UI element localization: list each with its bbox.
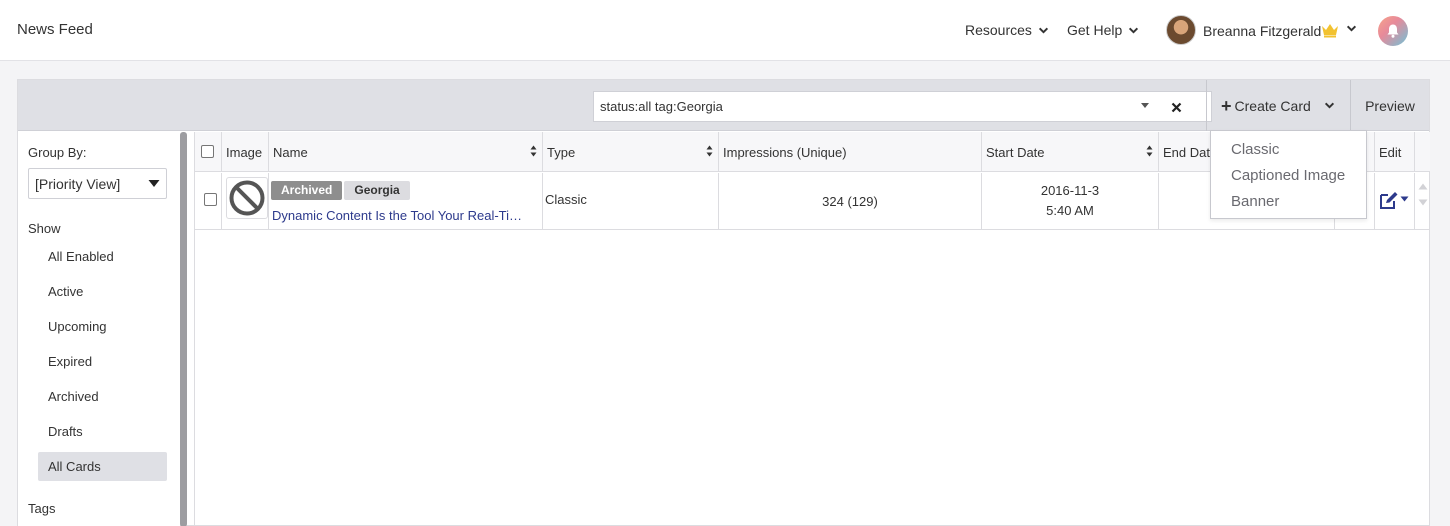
get-help-label: Get Help [1067, 22, 1123, 38]
col-edit: Edit [1375, 132, 1415, 172]
type-cell: Classic [543, 173, 719, 230]
impressions-cell: 324 (129) [719, 173, 982, 230]
start-time-value: 5:40 AM [1046, 203, 1094, 218]
menu-item-banner[interactable]: Banner [1231, 193, 1279, 210]
chevron-down-icon [1324, 102, 1335, 109]
filter-sidebar: Group By: [Priority View] Show All Enabl… [18, 132, 180, 526]
card-type: Classic [545, 192, 587, 207]
show-label: Show [28, 221, 61, 236]
sort-icon[interactable] [706, 145, 713, 157]
edit-cell [1375, 173, 1415, 230]
select-all-checkbox[interactable] [201, 145, 214, 158]
create-card-menu: Classic Captioned Image Banner [1210, 130, 1367, 219]
sort-icon[interactable] [530, 145, 537, 157]
filter-drafts[interactable]: Drafts [38, 417, 167, 446]
col-name[interactable]: Name [269, 132, 543, 172]
toolbar: + Create Card Preview [18, 80, 1429, 131]
sort-icon[interactable] [1146, 145, 1153, 157]
user-name[interactable]: Breanna Fitzgerald [1203, 23, 1321, 39]
move-up-icon[interactable] [1418, 183, 1428, 190]
col-start-date[interactable]: Start Date [982, 132, 1159, 172]
filter-archived[interactable]: Archived [38, 382, 167, 411]
resources-menu[interactable]: Resources [965, 22, 1049, 38]
caret-down-icon[interactable] [1140, 102, 1150, 110]
chevron-down-icon [1129, 27, 1139, 34]
clear-search-icon[interactable] [1171, 102, 1182, 113]
preview-button[interactable]: Preview [1351, 80, 1429, 131]
plus-icon: + [1221, 95, 1232, 116]
image-cell [222, 173, 269, 230]
row-select-cell [195, 173, 222, 230]
edit-icon[interactable] [1379, 191, 1399, 210]
user-menu-chevron-icon[interactable] [1346, 23, 1357, 34]
get-help-menu[interactable]: Get Help [1067, 22, 1139, 38]
tag-badge[interactable]: Georgia [344, 181, 410, 200]
row-reorder-cell [1415, 173, 1430, 230]
caret-down-icon[interactable] [1400, 196, 1409, 202]
search-input[interactable] [600, 99, 1130, 114]
status-badge: Archived [271, 181, 343, 200]
col-name-label: Name [273, 144, 308, 160]
card-thumbnail[interactable] [226, 177, 268, 219]
col-type-label: Type [547, 144, 576, 160]
top-nav: News Feed Resources Get Help Breanna Fit… [0, 0, 1450, 61]
col-image: Image [222, 132, 269, 172]
crown-icon [1322, 24, 1338, 38]
menu-item-classic[interactable]: Classic [1231, 141, 1279, 158]
col-start-date-label: Start Date [986, 144, 1045, 160]
sidebar-scrollbar[interactable] [180, 132, 187, 526]
col-type[interactable]: Type [543, 132, 719, 172]
name-cell: Archived Georgia Dynamic Content Is the … [269, 173, 543, 230]
col-impressions: Impressions (Unique) [719, 132, 982, 172]
card-name-link[interactable]: Dynamic Content Is the Tool Your Real-Ti… [272, 208, 540, 223]
menu-item-captioned-image[interactable]: Captioned Image [1231, 167, 1345, 184]
group-by-value: [Priority View] [35, 175, 121, 192]
avatar[interactable] [1166, 15, 1196, 45]
filter-expired[interactable]: Expired [38, 347, 167, 376]
bell-icon [1387, 24, 1399, 38]
page-title: News Feed [17, 21, 93, 38]
start-date-value: 2016-11-3 [1040, 183, 1100, 198]
no-image-icon [229, 180, 265, 216]
filter-active[interactable]: Active [38, 277, 167, 306]
select-all-cell [195, 132, 222, 172]
move-down-icon[interactable] [1418, 199, 1428, 206]
group-by-select[interactable]: [Priority View] [28, 168, 167, 199]
create-card-button[interactable]: + Create Card [1207, 80, 1350, 131]
row-checkbox[interactable] [204, 193, 217, 206]
filter-upcoming[interactable]: Upcoming [38, 312, 167, 341]
notifications-button[interactable] [1378, 16, 1408, 46]
filter-all-cards[interactable]: All Cards [38, 452, 167, 481]
chevron-down-icon [1038, 27, 1048, 34]
caret-down-icon [148, 180, 160, 187]
start-date-cell: 2016-11-3 5:40 AM [982, 173, 1159, 230]
impressions-value: 324 (129) [822, 194, 878, 209]
resources-label: Resources [965, 22, 1032, 38]
group-by-label: Group By: [28, 145, 87, 160]
create-card-label: Create Card [1234, 97, 1311, 114]
tags-label: Tags [28, 501, 56, 516]
filter-all-enabled[interactable]: All Enabled [38, 242, 167, 271]
search-box[interactable] [593, 91, 1212, 122]
